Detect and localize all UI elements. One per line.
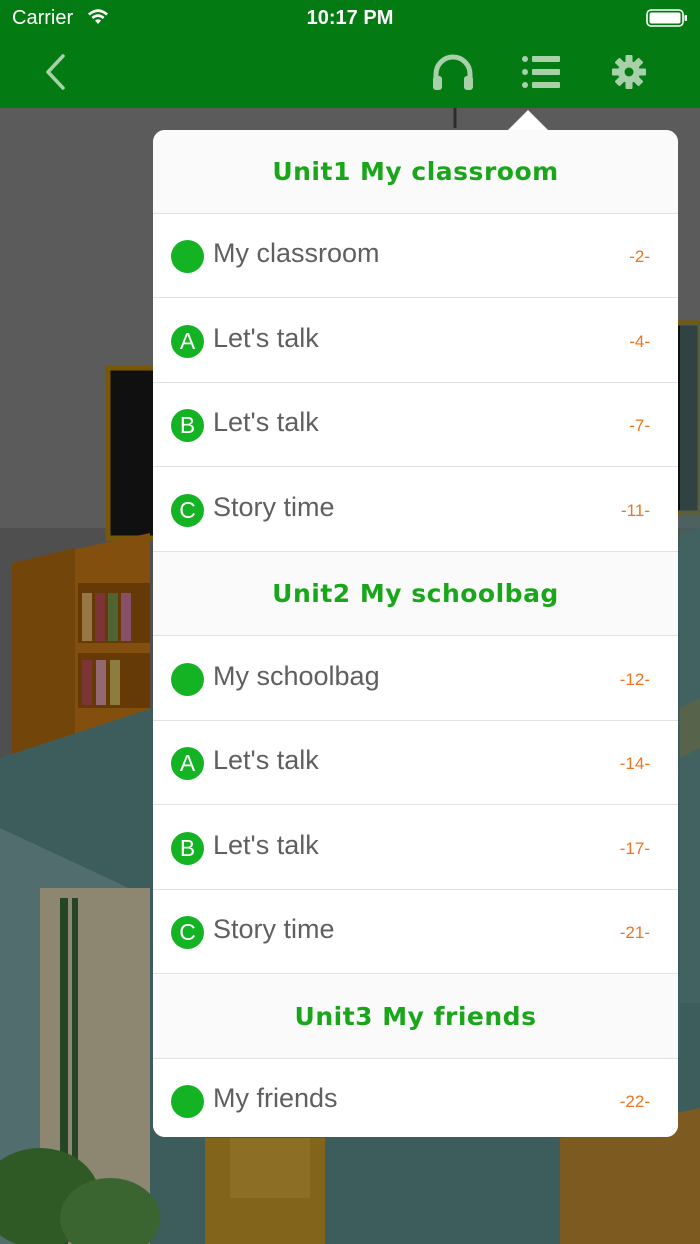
page-number: -22-	[619, 1092, 650, 1111]
settings-button[interactable]	[607, 50, 651, 94]
navigation-bar: Carrier 10:17 PM	[0, 0, 700, 108]
back-button[interactable]	[34, 50, 78, 94]
lesson-row[interactable]: My friends -22-	[153, 1059, 678, 1137]
page-number: -14-	[619, 754, 650, 773]
lesson-badge-icon: B	[171, 832, 204, 865]
lesson-row[interactable]: A Let's talk -14-	[153, 721, 678, 805]
contents-button[interactable]	[519, 50, 563, 94]
page-number: -17-	[619, 839, 650, 858]
lesson-row[interactable]: C Story time -21-	[153, 890, 678, 974]
page-number: -21-	[619, 923, 650, 942]
contents-popover: Unit1 My classroom My classroom -2- A Le…	[153, 130, 678, 1137]
unit-title: Unit1 My classroom	[272, 157, 559, 186]
unit-title: Unit3 My friends	[294, 1002, 537, 1031]
page-number: -2-	[629, 247, 650, 266]
list-icon	[522, 56, 560, 88]
lesson-badge-icon: B	[171, 409, 204, 442]
page-number: -12-	[619, 670, 650, 689]
lesson-dot-icon	[171, 663, 204, 696]
lesson-title: Let's talk	[213, 745, 319, 775]
lesson-row[interactable]: My classroom -2-	[153, 214, 678, 298]
page-number: -4-	[629, 332, 650, 351]
lesson-row[interactable]: My schoolbag -12-	[153, 637, 678, 721]
lesson-title: Let's talk	[213, 407, 319, 437]
lesson-title: Story time	[213, 914, 335, 944]
lesson-title: Let's talk	[213, 323, 319, 353]
unit-header: Unit1 My classroom	[153, 130, 678, 214]
audio-button[interactable]	[431, 50, 475, 94]
lesson-title: My schoolbag	[213, 661, 380, 691]
page-number: -11-	[621, 501, 650, 520]
lesson-dot-icon	[171, 240, 204, 273]
unit-header: Unit3 My friends	[153, 975, 678, 1059]
lesson-title: My friends	[213, 1083, 338, 1113]
lesson-row[interactable]: A Let's talk -4-	[153, 299, 678, 383]
unit-header: Unit2 My schoolbag	[153, 552, 678, 636]
lesson-title: My classroom	[213, 238, 380, 268]
lesson-badge-icon: A	[171, 325, 204, 358]
lesson-row[interactable]: B Let's talk -7-	[153, 383, 678, 467]
battery-icon	[646, 9, 688, 27]
lesson-badge-icon: A	[171, 747, 204, 780]
clock: 10:17 PM	[306, 7, 394, 29]
status-bar: Carrier 10:17 PM	[0, 0, 700, 36]
lesson-dot-icon	[171, 1085, 204, 1118]
back-chevron-icon	[46, 54, 65, 90]
unit-title: Unit2 My schoolbag	[272, 579, 559, 608]
lesson-row[interactable]: C Story time -11-	[153, 468, 678, 552]
lesson-title: Let's talk	[213, 830, 319, 860]
lesson-row[interactable]: B Let's talk -17-	[153, 806, 678, 890]
lesson-badge-icon: C	[171, 916, 204, 949]
page-number: -7-	[629, 416, 650, 435]
gear-icon	[612, 55, 646, 89]
headphones-icon	[433, 54, 473, 90]
lesson-title: Story time	[213, 492, 335, 522]
popover-arrow	[507, 110, 549, 131]
lesson-badge-icon: C	[171, 494, 204, 527]
